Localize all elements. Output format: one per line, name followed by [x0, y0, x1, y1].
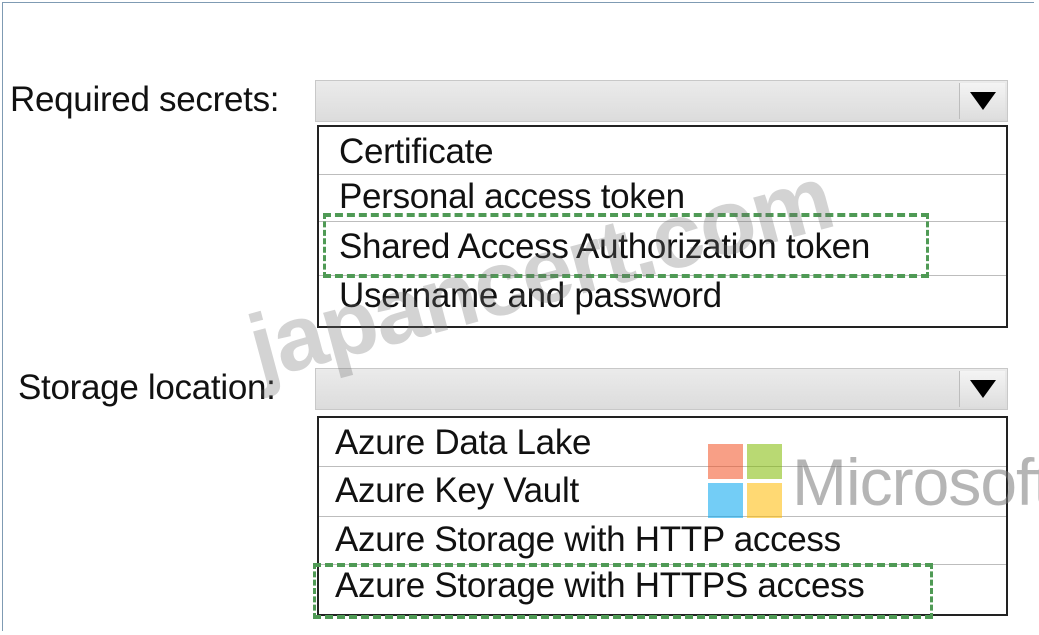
required-secrets-options: Certificate Personal access token Shared… [317, 125, 1008, 328]
storage-location-options: Azure Data Lake Azure Key Vault Azure St… [317, 416, 1008, 616]
option-azure-key-vault[interactable]: Azure Key Vault [319, 467, 1006, 517]
storage-location-dropdown[interactable] [315, 368, 1008, 410]
dropdown-arrow-button[interactable] [959, 83, 1005, 119]
option-username-and-password[interactable]: Username and password [319, 276, 1006, 326]
option-shared-access-authorization-token[interactable]: Shared Access Authorization token [319, 222, 1006, 276]
chevron-down-icon [969, 380, 996, 398]
required-secrets-label: Required secrets: [10, 80, 280, 119]
option-personal-access-token[interactable]: Personal access token [319, 175, 1006, 222]
option-azure-storage-https[interactable]: Azure Storage with HTTPS access [319, 565, 1006, 614]
dropdown-arrow-button[interactable] [959, 371, 1005, 407]
required-secrets-dropdown[interactable] [315, 80, 1008, 122]
option-certificate[interactable]: Certificate [319, 127, 1006, 175]
storage-location-label: Storage location: [18, 368, 276, 407]
chevron-down-icon [969, 92, 996, 110]
option-azure-storage-http[interactable]: Azure Storage with HTTP access [319, 517, 1006, 565]
option-azure-data-lake[interactable]: Azure Data Lake [319, 418, 1006, 467]
